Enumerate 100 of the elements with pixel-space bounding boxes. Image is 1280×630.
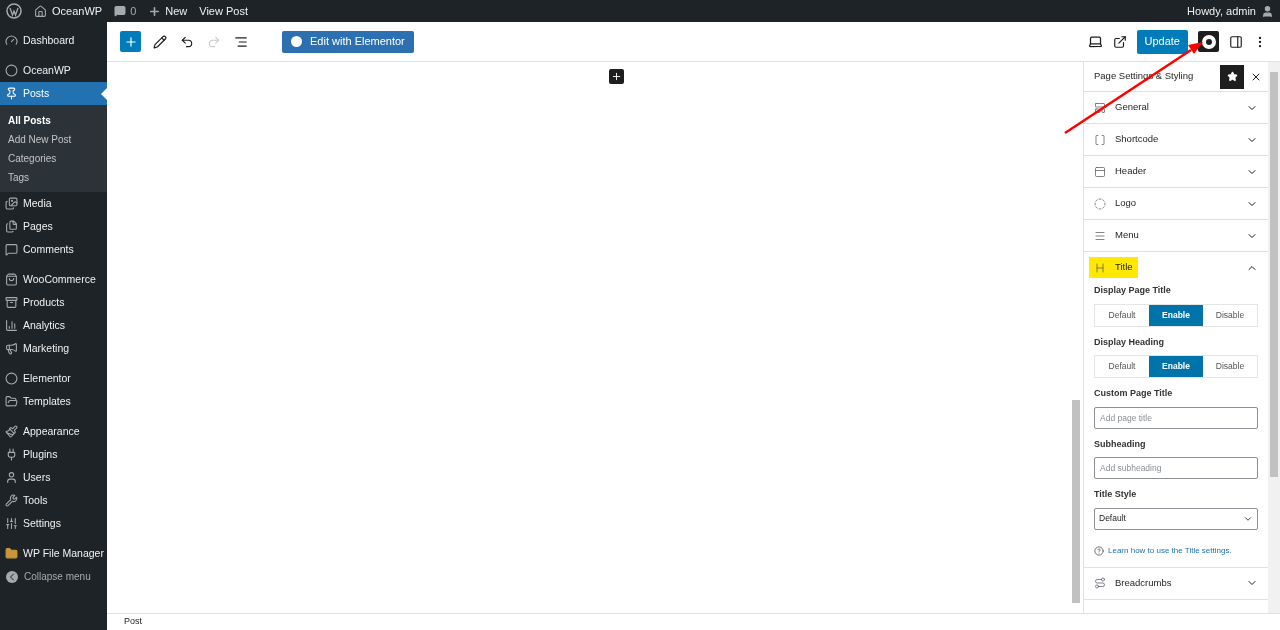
bag-icon (5, 273, 18, 286)
section-header[interactable]: Shortcode (1084, 124, 1268, 155)
text-field[interactable]: Add page title (1094, 406, 1258, 429)
edit-with-elementor-button[interactable]: Edit with Elementor (282, 30, 414, 53)
menu-item[interactable]: Posts (0, 82, 107, 105)
pages-icon (5, 220, 18, 233)
header-icon (1094, 165, 1106, 178)
plus-icon (148, 4, 162, 18)
scrollbar-thumb[interactable] (1270, 72, 1278, 477)
select-field[interactable]: Default (1094, 507, 1258, 530)
folder-icon (5, 395, 18, 408)
submenu-item[interactable]: All Posts (0, 111, 107, 130)
menu-item[interactable]: Appearance (0, 420, 107, 443)
menu-item[interactable]: Marketing (0, 337, 107, 360)
section-header[interactable]: Title (1084, 252, 1268, 283)
dashboard-icon (5, 34, 18, 47)
menu-item[interactable]: Products (0, 291, 107, 314)
help-link[interactable]: Learn how to use the Title settings. (1108, 544, 1232, 557)
submenu-item[interactable]: Categories (0, 149, 107, 168)
breadcrumb-item[interactable]: Post (124, 615, 142, 629)
menu-item[interactable]: Plugins (0, 443, 107, 466)
field-label: Display Heading (1094, 335, 1166, 349)
sidebar-toggle-icon[interactable] (1229, 34, 1243, 49)
desktop-preview-icon[interactable] (1087, 34, 1103, 49)
route-icon (1094, 577, 1106, 589)
home-icon (34, 4, 47, 18)
menu-item[interactable]: WP File Manager (0, 542, 107, 565)
ring-icon (5, 64, 18, 77)
plus-icon (610, 71, 622, 82)
wrench-icon (5, 494, 18, 507)
menu-item[interactable]: Elementor (0, 367, 107, 390)
section-header[interactable]: Breadcrumbs (1084, 567, 1268, 599)
menu-item[interactable]: Pages (0, 215, 107, 238)
bar-chart-icon (5, 319, 18, 332)
update-button[interactable]: Update (1136, 29, 1188, 54)
menu-item[interactable]: Settings (0, 512, 107, 535)
sliders-icon (5, 517, 18, 530)
canvas-scrollbar[interactable] (1072, 400, 1080, 603)
help-icon (1094, 545, 1104, 556)
comment-count[interactable]: 0 (130, 2, 137, 20)
menu-item[interactable]: Media (0, 192, 107, 215)
text-field[interactable]: Add subheading (1094, 457, 1258, 479)
star-button[interactable] (1220, 64, 1244, 89)
megaphone-icon (5, 342, 18, 355)
site-name-link[interactable]: OceanWP (52, 2, 103, 20)
section-label: Menu (1089, 225, 1144, 246)
menu-item[interactable]: WooCommerce (0, 268, 107, 291)
insert-block-button[interactable] (608, 69, 624, 84)
section-label: General (1089, 97, 1154, 118)
plug-icon (5, 448, 18, 461)
field-label: Display Page Title (1094, 284, 1172, 297)
pin-icon (5, 87, 18, 100)
menu-item[interactable]: Analytics (0, 314, 107, 337)
heading-icon (1094, 261, 1106, 274)
menu-item[interactable]: Dashboard (0, 29, 107, 52)
elementor-logo-icon (291, 36, 302, 47)
section-label: Header (1089, 161, 1152, 182)
archive-icon (5, 296, 18, 309)
circle-icon (5, 372, 18, 385)
new-link[interactable]: New (165, 2, 188, 20)
menu-item[interactable]: OceanWP (0, 59, 107, 82)
external-link-icon[interactable] (1112, 34, 1127, 49)
wordpress-logo-icon[interactable] (6, 3, 22, 19)
comment-icon (5, 243, 18, 256)
star-icon (1226, 71, 1238, 82)
section-label: Logo (1089, 193, 1142, 214)
pen-button[interactable] (152, 33, 168, 50)
field-label: Custom Page Title (1094, 387, 1174, 400)
media-icon (5, 197, 18, 210)
submenu-item[interactable]: Tags (0, 168, 107, 187)
avatar-icon (1261, 4, 1274, 18)
theme-settings-button[interactable] (1198, 31, 1219, 52)
greeting-link[interactable]: Howdy, admin (1187, 2, 1256, 20)
section-label: Breadcrumbs (1089, 572, 1177, 594)
section-label: Title (1089, 257, 1138, 278)
menu-item[interactable]: Comments (0, 238, 107, 261)
section-header[interactable]: Menu (1084, 220, 1268, 251)
brush-icon (5, 425, 18, 438)
view-post-link[interactable]: View Post (199, 2, 248, 20)
plus-icon (123, 34, 138, 49)
toggle-option[interactable]: Enable (1149, 356, 1203, 377)
menu-icon (1094, 229, 1106, 242)
section-header[interactable]: Header (1084, 156, 1268, 187)
add-block-button[interactable] (120, 31, 141, 52)
section-label: Shortcode (1089, 129, 1164, 150)
circle-icon (1094, 197, 1106, 210)
menu-item[interactable]: Tools (0, 489, 107, 512)
menu-item[interactable]: Templates (0, 390, 107, 413)
toggle-option[interactable]: Enable (1149, 304, 1203, 326)
user-icon (5, 471, 18, 484)
folder-icon (5, 547, 18, 560)
collapse-icon (6, 570, 18, 583)
field-label: Subheading (1094, 437, 1147, 451)
collapse-menu-button[interactable]: Collapse menu (0, 565, 107, 588)
submenu-item[interactable]: Add New Post (0, 130, 107, 149)
comment-icon (114, 5, 127, 17)
section-header[interactable]: General (1084, 92, 1268, 123)
section-header[interactable]: Logo (1084, 188, 1268, 219)
menu-item[interactable]: Users (0, 466, 107, 489)
brackets-icon (1094, 133, 1106, 146)
